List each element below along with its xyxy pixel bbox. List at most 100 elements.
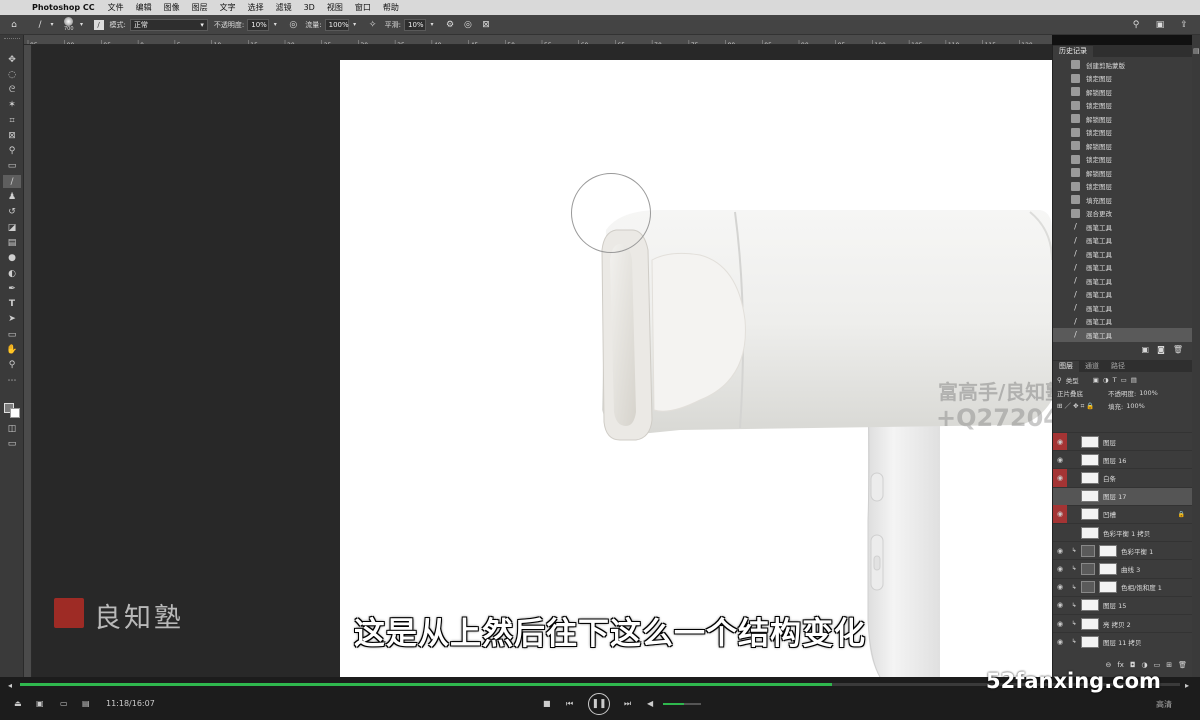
zoom-tool-icon[interactable]: ⚲	[3, 358, 21, 371]
eyedropper-tool-icon[interactable]: ⚲	[3, 144, 21, 157]
history-item[interactable]: 混合更改	[1053, 207, 1193, 221]
mode-select[interactable]: 正常 ▾	[129, 18, 208, 31]
chevron-down-icon[interactable]: ▾	[349, 19, 361, 31]
chevron-down-icon[interactable]: ▾	[76, 19, 88, 31]
progress-left-icon[interactable]: ◂	[8, 681, 12, 690]
layer-row[interactable]: ◉ ↳ 亮 拷贝 2	[1053, 614, 1193, 632]
history-item[interactable]: 锁定图层	[1053, 99, 1193, 113]
history-item[interactable]: 锁定图层	[1053, 72, 1193, 86]
tab-paths[interactable]: 路径	[1105, 361, 1131, 372]
layer-opacity-value[interactable]: 100%	[1139, 389, 1158, 397]
menu-help[interactable]: 帮助	[383, 2, 399, 13]
menu-edit[interactable]: 编辑	[136, 2, 152, 13]
hand-tool-icon[interactable]: ✋	[3, 343, 21, 356]
history-item[interactable]: 解锁图层	[1053, 166, 1193, 180]
history-item[interactable]: / 画笔工具	[1053, 301, 1193, 315]
menu-window[interactable]: 窗口	[355, 2, 371, 13]
rectangle-tool-icon[interactable]: ▭	[3, 328, 21, 341]
visibility-eye-icon[interactable]: ◉	[1053, 542, 1067, 560]
panel-icon[interactable]: ▤	[1193, 47, 1200, 55]
gradient-tool-icon[interactable]: ▤	[3, 236, 21, 249]
visibility-eye-icon[interactable]: ◉	[1053, 578, 1067, 596]
history-item[interactable]: 锁定图层	[1053, 180, 1193, 194]
volume-slider[interactable]	[663, 703, 701, 705]
history-item[interactable]: 锁定图层	[1053, 126, 1193, 140]
layer-row[interactable]: ◉ ↳ 曲线 3	[1053, 559, 1193, 577]
danmaku-icon[interactable]: ▤	[82, 699, 90, 708]
history-item[interactable]: / 画笔工具	[1053, 261, 1193, 275]
marquee-tool-icon[interactable]: ◌	[3, 68, 21, 81]
next-icon[interactable]: ⏭	[624, 699, 631, 709]
brush-preview-icon[interactable]	[64, 17, 74, 26]
link-layers-icon[interactable]: ⊖	[1105, 661, 1111, 669]
blend-mode-select[interactable]: 正片叠底	[1057, 388, 1105, 398]
filter-pixel-icon[interactable]: ▣	[1093, 376, 1099, 384]
history-item[interactable]: / 画笔工具	[1053, 288, 1193, 302]
layer-row[interactable]: ◉ ↳ 图层 11 拷贝	[1053, 632, 1193, 650]
camera-icon[interactable]: ◙	[1157, 345, 1165, 354]
comment-icon[interactable]: ▭	[60, 699, 68, 708]
layer-row[interactable]: 图层 17	[1053, 486, 1193, 505]
frame-tool-icon[interactable]: ⊠	[3, 129, 21, 142]
filter-adjustment-icon[interactable]: ◑	[1103, 376, 1109, 384]
new-document-from-state-icon[interactable]: ▣	[1142, 345, 1150, 354]
history-item[interactable]: 解锁图层	[1053, 85, 1193, 99]
menu-layer[interactable]: 图层	[192, 2, 208, 13]
menu-filter[interactable]: 滤镜	[276, 2, 292, 13]
menu-view[interactable]: 视图	[327, 2, 343, 13]
search-icon[interactable]: ⚲	[1130, 19, 1142, 31]
screen-mode-icon[interactable]: ▭	[3, 437, 21, 450]
layer-row[interactable]: ◉ ↳ 图层 15	[1053, 595, 1193, 614]
dodge-tool-icon[interactable]: ◐	[3, 267, 21, 280]
history-item[interactable]: 解锁图层	[1053, 112, 1193, 126]
filter-type-icon[interactable]: T	[1113, 376, 1117, 384]
app-name[interactable]: Photoshop CC	[32, 3, 95, 12]
history-item[interactable]: / 画笔工具	[1053, 234, 1193, 248]
menu-3d[interactable]: 3D	[304, 3, 315, 12]
smooth-input[interactable]: 10%	[403, 18, 426, 31]
visibility-eye-icon[interactable]: ◉	[1053, 432, 1067, 451]
new-layer-icon[interactable]: ⊞	[1166, 661, 1172, 669]
visibility-eye-icon[interactable]: ◉	[1053, 451, 1067, 469]
visibility-eye-icon[interactable]: ◉	[1053, 560, 1067, 578]
flow-input[interactable]: 100%	[324, 18, 349, 31]
visibility-eye-icon[interactable]: ◉	[1053, 615, 1067, 633]
magic-wand-tool-icon[interactable]: ✶	[3, 98, 21, 111]
history-brush-tool-icon[interactable]: ↺	[3, 205, 21, 218]
document-canvas[interactable]	[340, 60, 1052, 677]
chevron-down-icon[interactable]: ▾	[46, 19, 58, 31]
history-item[interactable]: / 画笔工具	[1053, 274, 1193, 288]
stop-icon[interactable]: ■	[543, 699, 551, 708]
history-item[interactable]: 填充图层	[1053, 193, 1193, 207]
symmetry-icon[interactable]: ⊠	[480, 19, 492, 31]
layer-row[interactable]: ◉ 凹槽 🔒	[1053, 504, 1193, 524]
new-group-icon[interactable]: ▭	[1154, 661, 1161, 669]
menu-image[interactable]: 图像	[164, 2, 180, 13]
gear-icon[interactable]: ⚙	[444, 19, 456, 31]
visibility-eye-icon[interactable]: ◉	[1053, 633, 1067, 651]
visibility-eye-icon[interactable]: ◉	[1053, 468, 1067, 487]
pen-tool-icon[interactable]: ✒	[3, 282, 21, 295]
filter-smart-icon[interactable]: ▤	[1131, 376, 1137, 384]
path-selection-tool-icon[interactable]: ➤	[3, 312, 21, 325]
quick-mask-icon[interactable]: ◫	[3, 422, 21, 435]
trash-icon[interactable]: 🗑	[1178, 661, 1187, 669]
airbrush-icon[interactable]: ✧	[367, 19, 379, 31]
layer-fill-value[interactable]: 100%	[1126, 402, 1145, 410]
menu-type[interactable]: 文字	[220, 2, 236, 13]
chevron-down-icon[interactable]: ▾	[269, 19, 281, 31]
brush-tool-icon[interactable]: /	[34, 19, 46, 31]
pressure-size-icon[interactable]: ◎	[462, 19, 474, 31]
brush-settings-icon[interactable]: /	[93, 19, 104, 30]
quality-button[interactable]: 高清	[1156, 699, 1172, 710]
trash-icon[interactable]: 🗑	[1173, 345, 1183, 354]
progress-right-icon[interactable]: ▸	[1185, 681, 1189, 690]
history-item[interactable]: / 画笔工具	[1053, 315, 1193, 329]
layer-row[interactable]: 色彩平衡 1 拷贝	[1053, 523, 1193, 541]
history-item[interactable]: / 画笔工具	[1053, 220, 1193, 234]
background-color-swatch[interactable]	[10, 408, 20, 418]
share-icon[interactable]: ⇪	[1178, 19, 1190, 31]
history-item[interactable]: / 画笔工具	[1053, 247, 1193, 261]
home-icon[interactable]: ⌂	[8, 19, 20, 31]
pause-button[interactable]: ❚❚	[588, 693, 610, 715]
